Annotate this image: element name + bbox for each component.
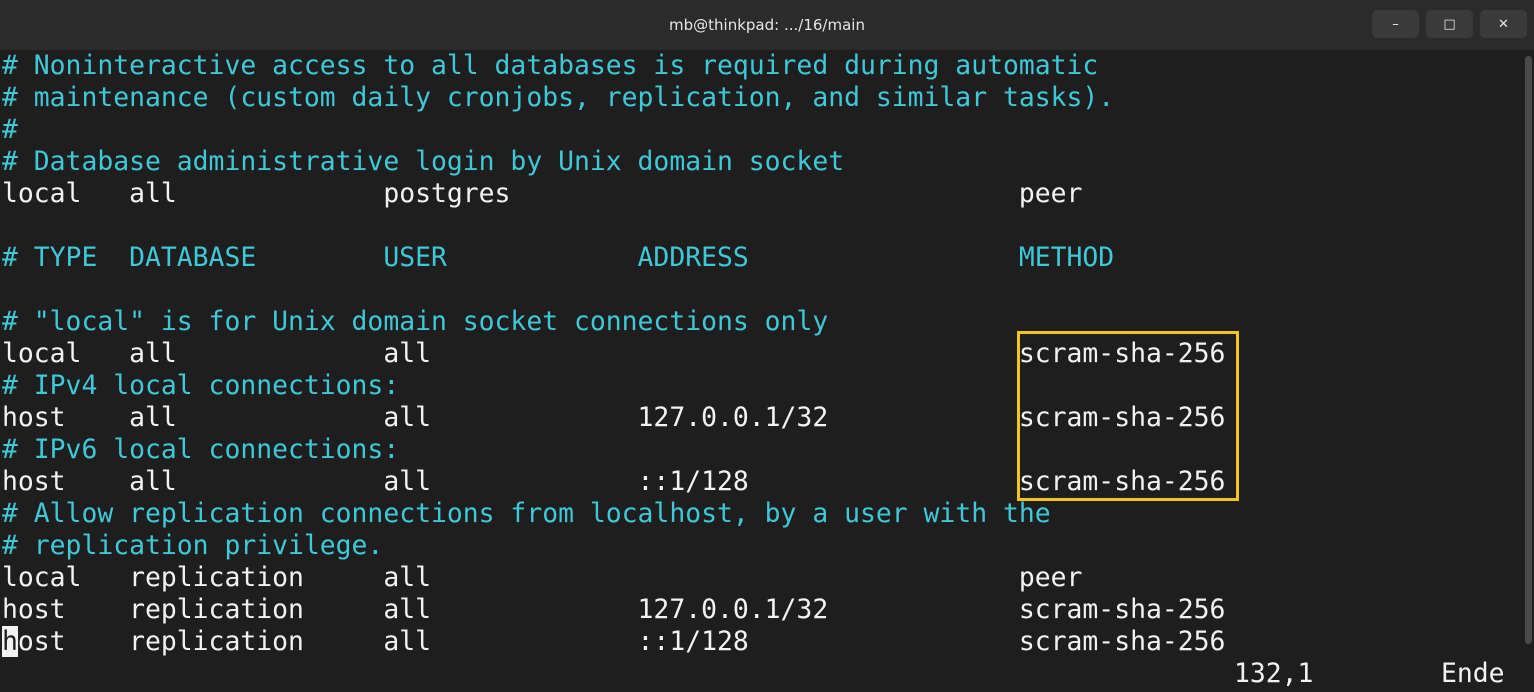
editor-line: local all postgres peer <box>2 178 1083 209</box>
window-title: mb@thinkpad: .../16/main <box>669 16 865 34</box>
editor-line: # <box>2 114 18 145</box>
editor-line: local all all scram-sha-256 <box>2 338 1226 369</box>
editor-line: local replication all peer <box>2 562 1083 593</box>
scroll-position: Ende <box>1441 658 1505 689</box>
scrollbar[interactable] <box>1525 56 1532 644</box>
editor-line: # IPv6 local connections: <box>2 434 400 465</box>
editor-line: # IPv4 local connections: <box>2 370 400 401</box>
editor-cursor-line: host replication all ::1/128 scram-sha-2… <box>2 626 1225 658</box>
cursor-position: 132,1 <box>1234 658 1314 689</box>
editor-line: # TYPE DATABASE USER ADDRESS METHOD <box>2 242 1115 273</box>
title-bar: mb@thinkpad: .../16/main – □ ✕ <box>0 0 1534 50</box>
terminal-view[interactable]: # Noninteractive access to all databases… <box>0 50 1522 692</box>
editor-line: # replication privilege. <box>2 530 384 561</box>
maximize-button[interactable]: □ <box>1426 10 1473 38</box>
text-cursor: h <box>2 626 18 657</box>
cursor-line-rest: ost replication all ::1/128 scram-sha-25… <box>17 626 1226 657</box>
editor-line: host replication all 127.0.0.1/32 scram-… <box>2 594 1226 625</box>
close-button[interactable]: ✕ <box>1480 10 1527 38</box>
editor-line: # "local" is for Unix domain socket conn… <box>2 306 829 337</box>
editor-line: host all all 127.0.0.1/32 scram-sha-256 <box>2 402 1226 433</box>
editor-line: # Allow replication connections from loc… <box>2 498 1051 529</box>
editor-line: # maintenance (custom daily cronjobs, re… <box>2 82 1115 113</box>
editor-line: # Database administrative login by Unix … <box>2 146 845 177</box>
editor-line: host all all ::1/128 scram-sha-256 <box>2 466 1226 497</box>
editor-line: # Noninteractive access to all databases… <box>2 50 1099 81</box>
minimize-button[interactable]: – <box>1372 10 1419 38</box>
